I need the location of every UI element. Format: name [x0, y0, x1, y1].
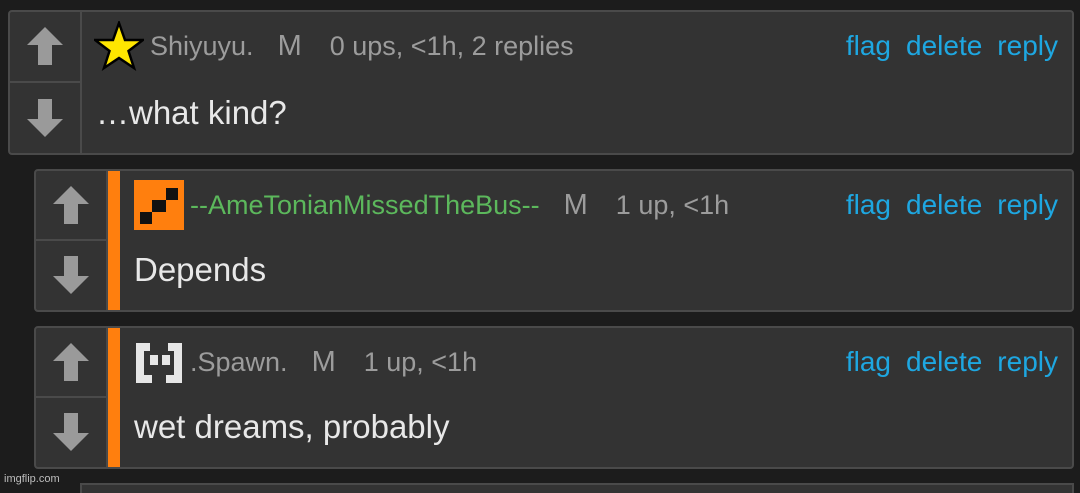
comment-text: wet dreams, probably	[134, 408, 450, 445]
reply-accent-bar	[108, 328, 120, 467]
flag-link[interactable]: flag	[846, 189, 891, 221]
comment-actions: flag delete reply	[846, 30, 1058, 62]
comment-text: Depends	[134, 251, 267, 288]
arrow-down-icon	[53, 413, 89, 452]
downvote-button[interactable]	[36, 398, 106, 468]
arrow-up-icon	[27, 27, 63, 66]
vote-column	[36, 171, 108, 310]
yellow-star-icon[interactable]	[94, 21, 144, 71]
arrow-up-icon	[53, 342, 89, 381]
comment-actions: flag delete reply	[846, 346, 1058, 378]
comment-header: .Spawn. M 1 up, <1h flag delete reply	[134, 337, 1058, 387]
comment: Shiyuyu. M 0 ups, <1h, 2 replies flag de…	[8, 10, 1074, 155]
pixel-face-avatar-icon[interactable]	[134, 337, 184, 387]
vote-column	[10, 12, 82, 153]
reply-comment: --AmeTonianMissedTheBus-- M 1 up, <1h fl…	[34, 169, 1074, 312]
downvote-button[interactable]	[10, 83, 80, 154]
username-link[interactable]: .Spawn.	[190, 347, 288, 378]
reply-link[interactable]: reply	[997, 346, 1058, 378]
comment-text: …what kind?	[96, 94, 287, 131]
reply-accent-bar	[108, 171, 120, 310]
delete-link[interactable]: delete	[906, 30, 982, 62]
comment-header: --AmeTonianMissedTheBus-- M 1 up, <1h fl…	[134, 180, 1058, 230]
arrow-down-icon	[27, 98, 63, 137]
flag-link[interactable]: flag	[846, 30, 891, 62]
reply-link[interactable]: reply	[997, 30, 1058, 62]
comment-meta: 0 ups, <1h, 2 replies	[329, 30, 574, 61]
comment-partial	[80, 483, 1074, 493]
username-link[interactable]: --AmeTonianMissedTheBus--	[190, 190, 540, 221]
flag-link[interactable]: flag	[846, 346, 891, 378]
vote-column	[36, 328, 108, 467]
delete-link[interactable]: delete	[906, 189, 982, 221]
arrow-up-icon	[53, 185, 89, 224]
arrow-down-icon	[53, 256, 89, 295]
comment-header: Shiyuyu. M 0 ups, <1h, 2 replies flag de…	[94, 21, 1058, 71]
reply-link[interactable]: reply	[997, 189, 1058, 221]
upvote-button[interactable]	[36, 171, 106, 241]
orange-square-avatar-icon[interactable]	[134, 180, 184, 230]
username-link[interactable]: Shiyuyu.	[150, 31, 254, 62]
downvote-button[interactable]	[36, 241, 106, 311]
mod-badge: M	[277, 29, 302, 62]
mod-badge: M	[563, 188, 588, 221]
upvote-button[interactable]	[36, 328, 106, 398]
upvote-button[interactable]	[10, 12, 80, 83]
mod-badge: M	[311, 345, 336, 378]
reply-comment: .Spawn. M 1 up, <1h flag delete reply we…	[34, 326, 1074, 469]
watermark: imgflip.com	[4, 473, 60, 485]
comment-actions: flag delete reply	[846, 189, 1058, 221]
delete-link[interactable]: delete	[906, 346, 982, 378]
comment-meta: 1 up, <1h	[615, 189, 730, 220]
comment-meta: 1 up, <1h	[363, 346, 478, 377]
